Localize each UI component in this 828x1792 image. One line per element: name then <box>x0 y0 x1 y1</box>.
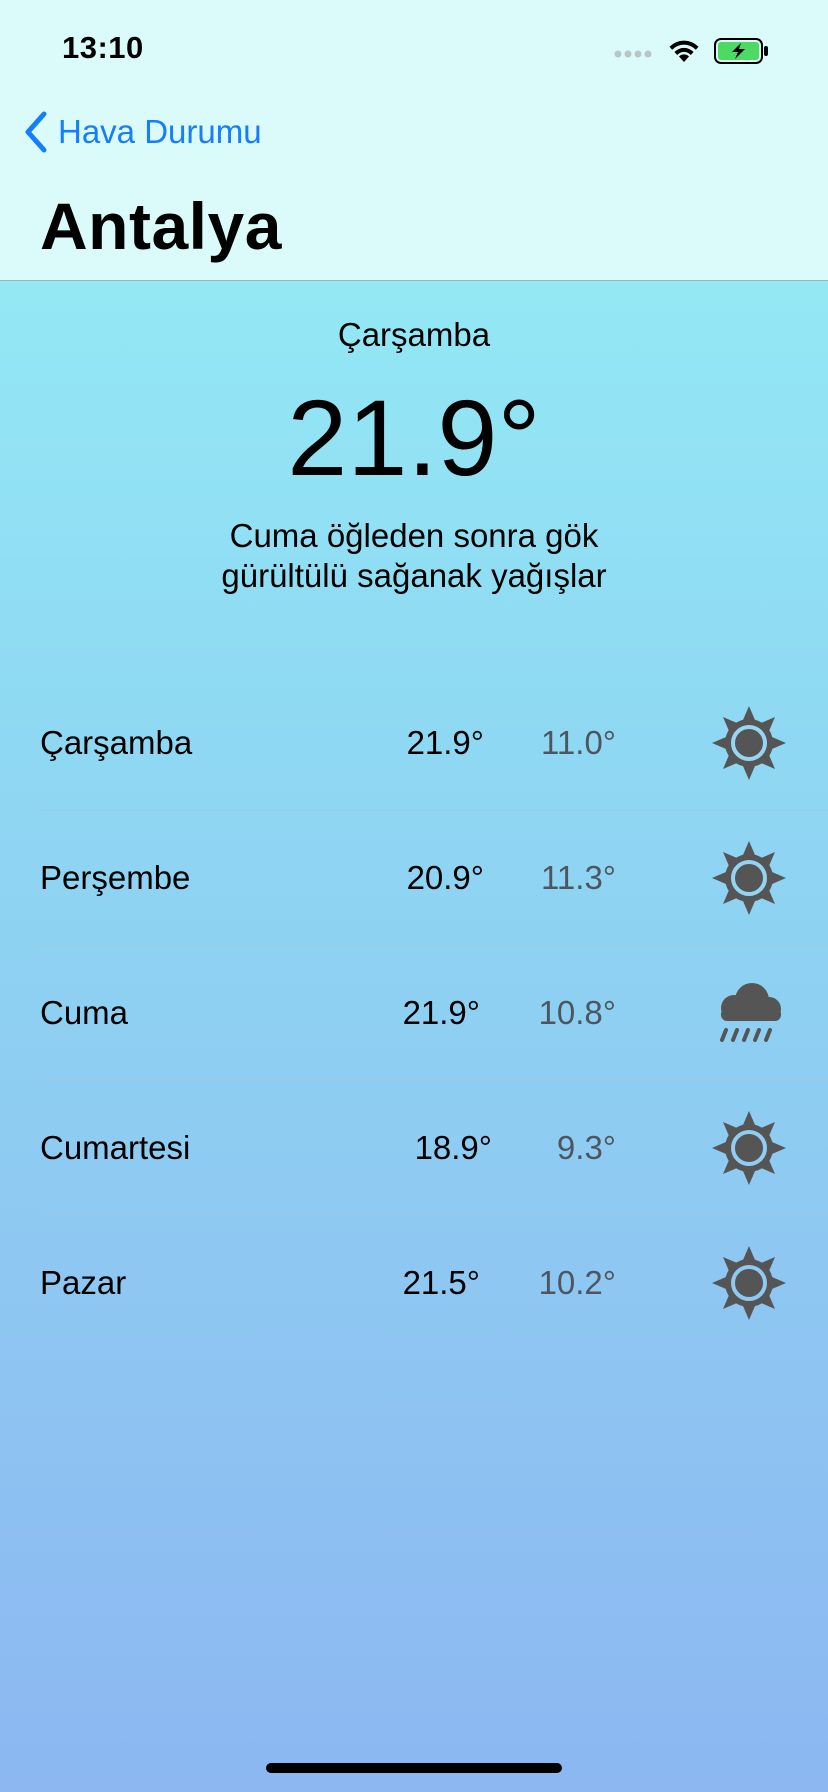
navigation-header: 13:10 Hava Durumu Antalya <box>0 0 828 281</box>
current-day: Çarşamba <box>337 316 491 353</box>
forecast-day: Çarşamba <box>40 724 193 761</box>
forecast-high-temp: 21.9° <box>402 994 480 1031</box>
weather-summary: Cuma öğleden sonra gök gürültülü sağanak… <box>221 517 607 594</box>
forecast-day: Perşembe <box>40 859 191 896</box>
forecast-high-temp: 18.9° <box>414 1129 492 1166</box>
forecast-row[interactable]: Perşembe 20.9° 11.3° <box>40 811 828 946</box>
sun-icon <box>712 841 786 915</box>
status-indicators <box>614 36 794 66</box>
back-button-label: Hava Durumu <box>58 113 262 150</box>
cellular-signal-icon <box>614 50 652 58</box>
chevron-left-icon <box>25 111 47 153</box>
forecast-high-temp: 21.9° <box>406 724 484 761</box>
forecast-day: Cuma <box>40 994 129 1031</box>
status-time: 13:10 <box>62 30 144 65</box>
forecast-high-temp: 21.5° <box>402 1264 480 1301</box>
forecast-low-temp: 11.3° <box>541 859 616 896</box>
wifi-icon <box>669 40 699 62</box>
rain-cloud-icon <box>720 983 781 1042</box>
home-indicator[interactable] <box>266 1763 562 1773</box>
forecast-day: Cumartesi <box>40 1129 191 1166</box>
page-title: Antalya <box>40 189 282 263</box>
forecast-list: Çarşamba 21.9° 11.0° Perşembe 20.9° 11.3… <box>0 676 828 1350</box>
forecast-low-temp: 11.0° <box>541 724 616 761</box>
sun-icon <box>712 1111 786 1185</box>
forecast-row[interactable]: Pazar 21.5° 10.2° <box>40 1216 828 1350</box>
forecast-row[interactable]: Cuma 21.9° 10.8° <box>40 946 828 1081</box>
sun-icon <box>712 1246 786 1320</box>
forecast-day: Pazar <box>40 1264 127 1301</box>
forecast-high-temp: 20.9° <box>406 859 484 896</box>
sun-icon <box>712 706 786 780</box>
current-temperature: 21.9° <box>287 377 541 498</box>
forecast-row[interactable]: Cumartesi 18.9° 9.3° <box>40 1081 828 1216</box>
forecast-low-temp: 9.3° <box>556 1129 616 1166</box>
forecast-low-temp: 10.2° <box>538 1264 616 1301</box>
forecast-row[interactable]: Çarşamba 21.9° 11.0° <box>40 676 828 811</box>
back-button[interactable]: Hava Durumu <box>22 108 262 156</box>
forecast-low-temp: 10.8° <box>538 994 616 1031</box>
weather-detail-screen: 13:10 Hava Durumu Antalya Çarşamba 21.9°… <box>0 0 828 1792</box>
battery-charging-icon <box>714 38 768 64</box>
